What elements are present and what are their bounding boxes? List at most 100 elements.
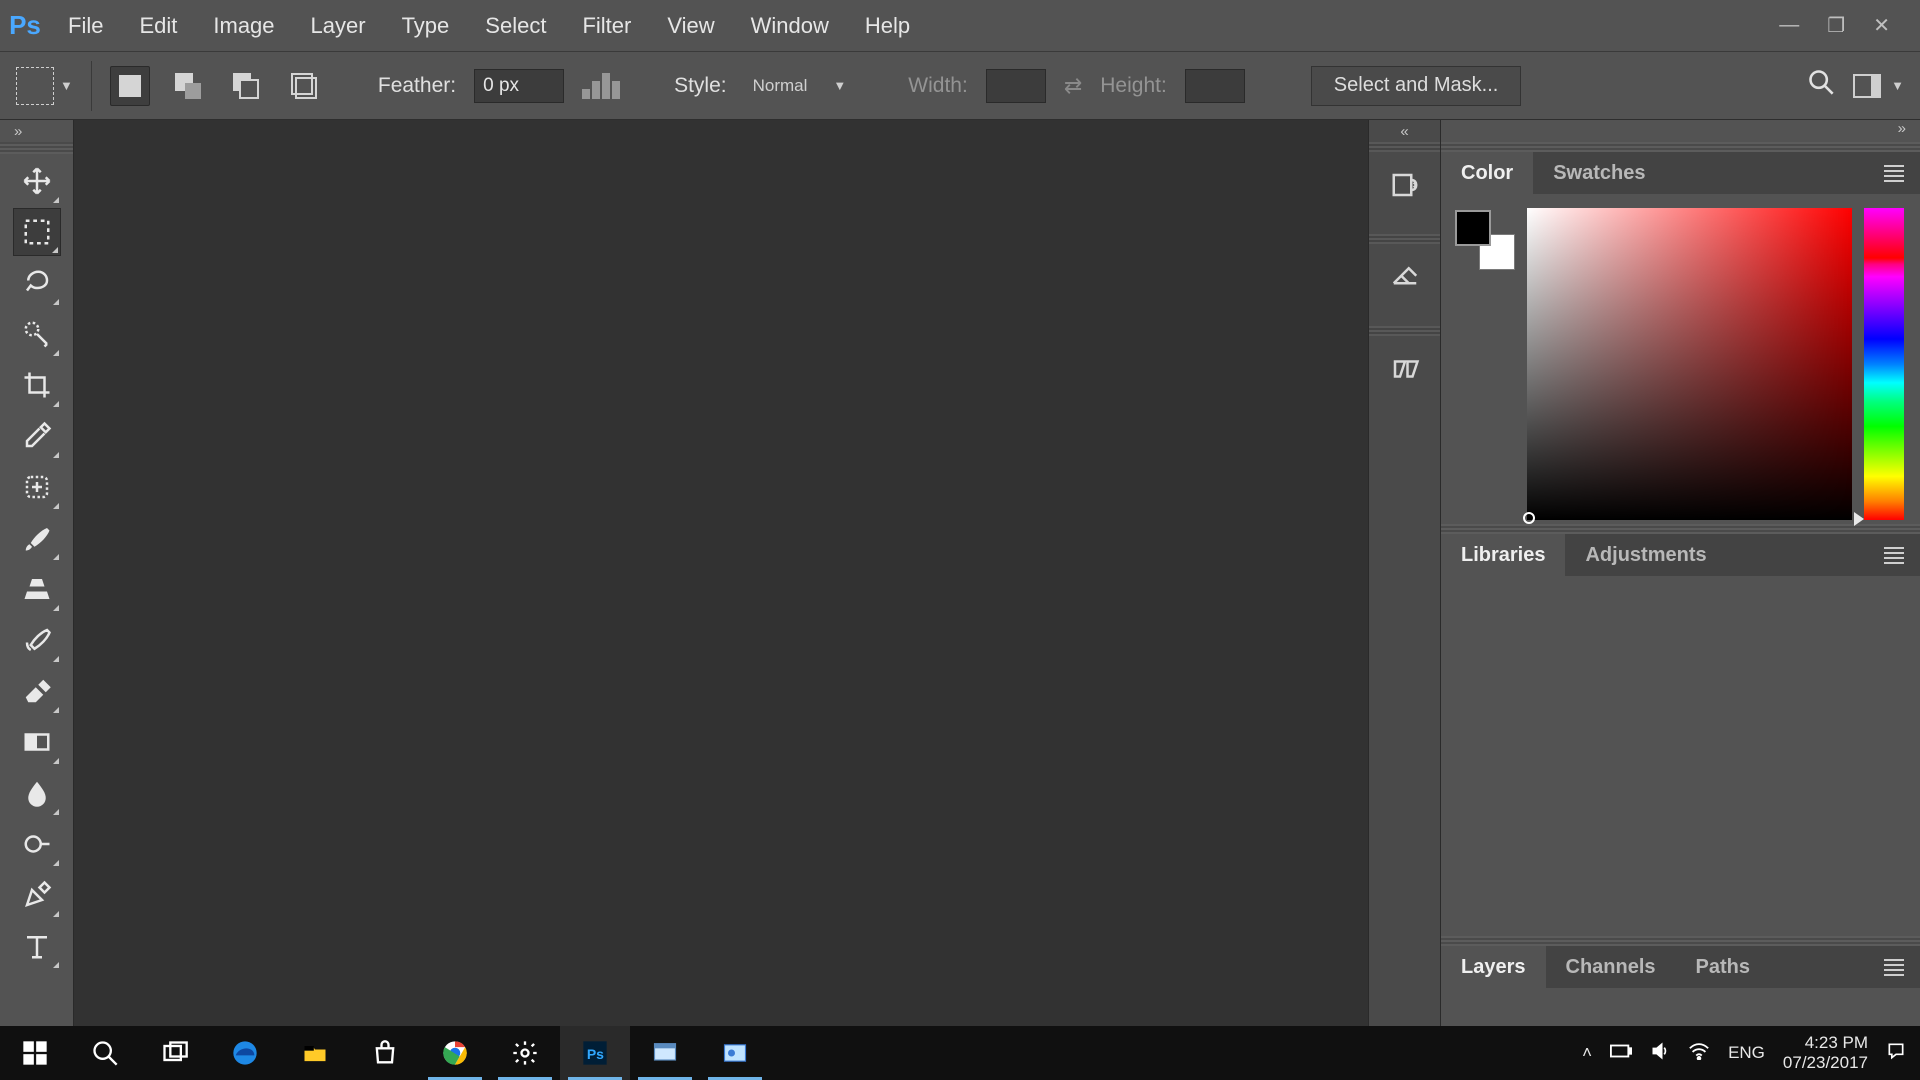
collapsed-panel-dock: « [1368, 120, 1440, 1026]
color-hue-slider[interactable] [1864, 208, 1904, 520]
feather-input[interactable]: 0 px [474, 69, 564, 103]
options-bar: ▼ Feather: 0 px Style: Normal ▼ Width: ⇄… [0, 52, 1920, 120]
panel-menu-icon[interactable] [1868, 946, 1920, 988]
volume-icon[interactable] [1650, 1041, 1670, 1066]
edge-browser-icon[interactable] [210, 1026, 280, 1080]
history-panel-icon[interactable] [1382, 162, 1428, 208]
maximize-icon[interactable]: ❐ [1827, 13, 1845, 38]
toolbar-expand-icon[interactable]: » [0, 120, 73, 142]
menu-edit[interactable]: Edit [121, 0, 195, 51]
dock-collapse-icon[interactable]: « [1369, 120, 1440, 142]
taskbar-date: 07/23/2017 [1783, 1053, 1868, 1073]
workspace-switcher[interactable]: ▼ [1853, 74, 1904, 98]
pen-tool[interactable] [13, 871, 61, 919]
menu-layer[interactable]: Layer [293, 0, 384, 51]
clone-stamp-tool[interactable] [13, 565, 61, 613]
eyedropper-tool[interactable] [13, 412, 61, 460]
quick-selection-tool[interactable] [13, 310, 61, 358]
tray-expand-icon[interactable]: ˄ [1582, 1043, 1592, 1063]
photoshop-taskbar-icon[interactable]: Ps [560, 1026, 630, 1080]
foreground-color-swatch[interactable] [1455, 210, 1491, 246]
settings-icon[interactable] [490, 1026, 560, 1080]
menu-window[interactable]: Window [733, 0, 847, 51]
ps-logo-icon: Ps [0, 10, 50, 41]
libraries-panel-tabs: Libraries Adjustments [1441, 534, 1920, 576]
properties-panel-icon[interactable] [1382, 254, 1428, 300]
selection-intersect-button[interactable] [284, 66, 324, 106]
menu-file[interactable]: File [50, 0, 121, 51]
store-icon[interactable] [350, 1026, 420, 1080]
photoshop-window: Ps File Edit Image Layer Type Select Fil… [0, 0, 1920, 1026]
crop-tool[interactable] [13, 361, 61, 409]
menu-type[interactable]: Type [384, 0, 468, 51]
layers-panel-tabs: Layers Channels Paths [1441, 946, 1920, 988]
tab-libraries[interactable]: Libraries [1441, 534, 1565, 576]
dock-grip[interactable] [1369, 142, 1440, 152]
brush-settings-panel-icon[interactable] [1382, 346, 1428, 392]
panel-menu-icon[interactable] [1868, 152, 1920, 194]
document-canvas[interactable] [74, 120, 1368, 1026]
taskbar-clock[interactable]: 4:23 PM 07/23/2017 [1783, 1033, 1868, 1074]
selection-subtract-button[interactable] [226, 66, 266, 106]
menu-image[interactable]: Image [195, 0, 292, 51]
tool-preset-picker[interactable]: ▼ [16, 67, 73, 105]
menu-view[interactable]: View [649, 0, 732, 51]
foreground-background-swatch[interactable] [1455, 210, 1515, 270]
panel-grip[interactable] [1441, 936, 1920, 946]
task-view-icon[interactable] [140, 1026, 210, 1080]
tab-layers[interactable]: Layers [1441, 946, 1546, 988]
dodge-tool[interactable] [13, 820, 61, 868]
lasso-tool[interactable] [13, 259, 61, 307]
chrome-icon[interactable] [420, 1026, 490, 1080]
move-tool[interactable] [13, 157, 61, 205]
selection-new-button[interactable] [110, 66, 150, 106]
minimize-icon[interactable]: — [1779, 14, 1799, 37]
dock-grip[interactable] [1369, 234, 1440, 244]
hue-slider-handle[interactable] [1854, 512, 1864, 526]
spot-healing-brush-tool[interactable] [13, 463, 61, 511]
gradient-tool[interactable] [13, 718, 61, 766]
select-and-mask-button[interactable]: Select and Mask... [1311, 66, 1522, 106]
wifi-icon[interactable] [1688, 1042, 1710, 1065]
rectangular-marquee-tool[interactable] [13, 208, 61, 256]
start-button[interactable] [0, 1026, 70, 1080]
panel-grip[interactable] [1441, 524, 1920, 534]
height-label: Height: [1100, 74, 1167, 98]
tab-paths[interactable]: Paths [1676, 946, 1770, 988]
eraser-tool[interactable] [13, 667, 61, 715]
close-icon[interactable]: ✕ [1873, 13, 1890, 38]
app-icon[interactable] [630, 1026, 700, 1080]
type-tool[interactable] [13, 922, 61, 970]
history-brush-tool[interactable] [13, 616, 61, 664]
style-label: Style: [674, 74, 727, 98]
brush-tool[interactable] [13, 514, 61, 562]
taskbar-search-icon[interactable] [70, 1026, 140, 1080]
input-language[interactable]: ENG [1728, 1043, 1765, 1063]
dock-collapse-icon[interactable]: » [1441, 120, 1920, 142]
tab-channels[interactable]: Channels [1546, 946, 1676, 988]
blur-tool[interactable] [13, 769, 61, 817]
panel-grip[interactable] [1441, 142, 1920, 152]
menu-help[interactable]: Help [847, 0, 928, 51]
layers-panel [1441, 988, 1920, 1008]
height-input [1185, 69, 1245, 103]
toolbar-grip[interactable] [0, 142, 73, 154]
tab-color[interactable]: Color [1441, 152, 1533, 194]
file-explorer-icon[interactable] [280, 1026, 350, 1080]
selection-add-button[interactable] [168, 66, 208, 106]
panel-dock: » Color Swatches [1440, 120, 1920, 1026]
color-panel [1441, 194, 1920, 524]
action-center-icon[interactable] [1886, 1041, 1906, 1066]
menu-filter[interactable]: Filter [564, 0, 649, 51]
app-icon-2[interactable] [700, 1026, 770, 1080]
tab-adjustments[interactable]: Adjustments [1565, 534, 1726, 576]
dock-grip[interactable] [1369, 326, 1440, 336]
color-saturation-value-picker[interactable] [1527, 208, 1852, 520]
search-icon[interactable] [1807, 68, 1835, 103]
battery-icon[interactable] [1610, 1043, 1632, 1063]
menu-select[interactable]: Select [467, 0, 564, 51]
tab-swatches[interactable]: Swatches [1533, 152, 1665, 194]
style-select[interactable]: Normal ▼ [745, 69, 855, 103]
style-value: Normal [753, 76, 808, 96]
panel-menu-icon[interactable] [1868, 534, 1920, 576]
